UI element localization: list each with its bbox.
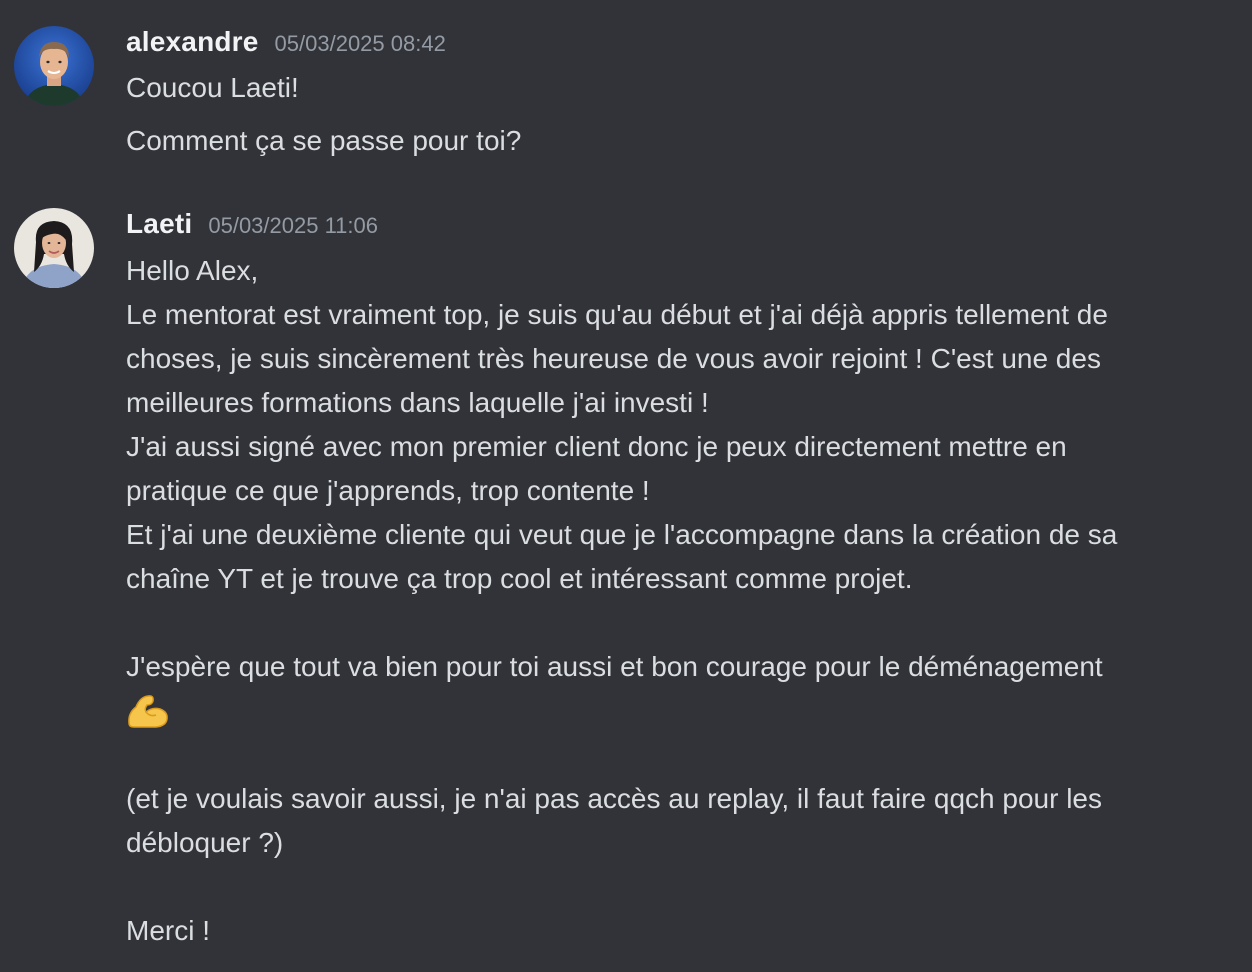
avatar-laeti[interactable] [14,208,94,288]
message-header: alexandre 05/03/2025 08:42 [126,26,446,66]
message-line: J'espère que tout va bien pour toi aussi… [126,651,1103,682]
message-header: Laeti 05/03/2025 11:06 [126,208,378,248]
flexed-biceps-emoji[interactable] [126,693,170,729]
username[interactable]: Laeti [126,208,192,240]
username[interactable]: alexandre [126,26,259,58]
message-line: choses, je suis sincèrement très heureus… [126,343,1101,374]
message-content-followup: Comment ça se passe pour toi? [126,119,1226,163]
message-line: meilleures formations dans laquelle j'ai… [126,387,709,418]
message-line: Comment ça se passe pour toi? [126,125,522,156]
emoji-line [126,689,1226,733]
message-line-blank [126,601,1226,645]
message-line: Le mentorat est vraiment top, je suis qu… [126,299,1108,330]
message-line: Coucou Laeti! [126,72,299,103]
message-line: Hello Alex, [126,255,259,286]
message-timestamp[interactable]: 05/03/2025 11:06 [208,213,378,239]
avatar-alexandre-image [14,26,94,106]
chat-messages: alexandre 05/03/2025 08:42 Coucou Laeti!… [0,0,1252,972]
message-line-blank [126,733,1226,777]
avatar-alexandre[interactable] [14,26,94,106]
message-content: Hello Alex, Le mentorat est vraiment top… [126,249,1226,953]
message-line-blank [126,865,1226,909]
message-line: (et je voulais savoir aussi, je n'ai pas… [126,783,1102,814]
message-line: Merci ! [126,915,210,946]
avatar-laeti-image [14,208,94,288]
message-line: débloquer ?) [126,827,284,858]
message-timestamp[interactable]: 05/03/2025 08:42 [275,31,446,57]
message-line: pratique ce que j'apprends, trop content… [126,475,650,506]
message-group-laeti: Laeti 05/03/2025 11:06 Hello Alex, Le me… [0,208,1252,968]
message-content: Coucou Laeti! [126,66,1226,110]
message-line: chaîne YT et je trouve ça trop cool et i… [126,563,913,594]
message-line: Et j'ai une deuxième cliente qui veut qu… [126,519,1118,550]
message-line: J'ai aussi signé avec mon premier client… [126,431,1067,462]
message-group-alexandre: alexandre 05/03/2025 08:42 Coucou Laeti!… [0,26,1252,166]
